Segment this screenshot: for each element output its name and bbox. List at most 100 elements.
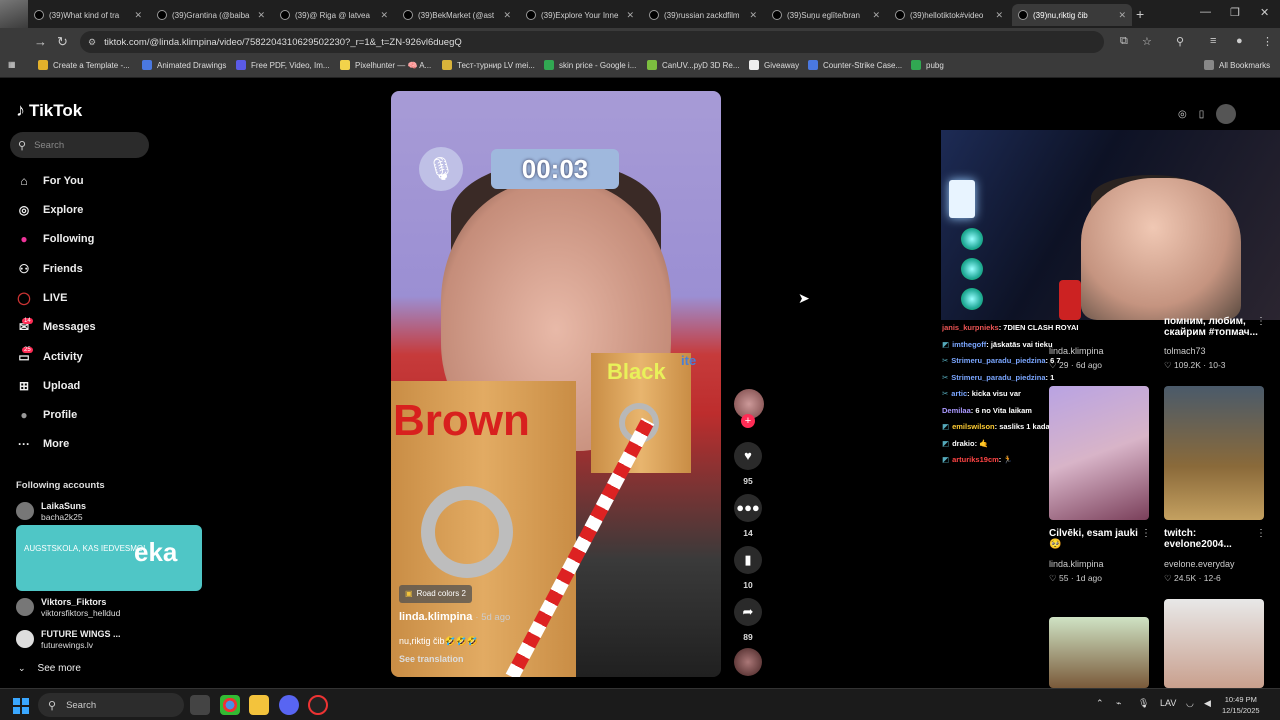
account-avatar-icon[interactable]: ● — [1236, 35, 1243, 47]
reload-button[interactable]: ↻ — [57, 34, 68, 50]
taskbar-search[interactable]: ⚲ Search — [38, 693, 184, 717]
following-account[interactable]: FUTURE WINGS ... futurewings.lv — [16, 629, 121, 650]
heart-icon[interactable]: ♥ — [734, 442, 762, 470]
see-more-button[interactable]: ⌄ See more — [18, 663, 81, 674]
coin-icon[interactable]: ◎ — [1178, 109, 1187, 120]
windows-start-icon[interactable] — [13, 698, 29, 714]
bookmark-star-icon[interactable]: ☆ — [1142, 35, 1152, 48]
bookmark-icon[interactable]: ▮ — [734, 546, 762, 574]
bookmark-item[interactable]: Create a Template -... — [38, 60, 130, 70]
chrome-icon[interactable] — [220, 695, 240, 715]
wifi-icon[interactable]: ◡ — [1186, 698, 1194, 709]
window-close-button[interactable]: ✕ — [1260, 6, 1269, 19]
save-action[interactable]: ▮ 10 — [734, 546, 762, 590]
forward-button[interactable]: → — [34, 34, 47, 49]
url-bar[interactable]: ⚙ tiktok.com/@linda.klimpina/video/75822… — [80, 31, 1104, 53]
minimize-button[interactable]: — — [1200, 6, 1211, 18]
nav-upload[interactable]: ⊞ Upload — [16, 379, 80, 393]
restore-button[interactable]: ❐ — [1230, 6, 1240, 19]
taskbar-clock[interactable]: 10:49 PM 12/15/2025 — [1222, 694, 1260, 716]
browser-tab[interactable]: (39)russian zackdfilm ✕ — [643, 4, 763, 26]
search-input[interactable]: ⚲ Search — [10, 132, 149, 158]
browser-tab-active[interactable]: (39)nu,riktig čib ✕ — [1012, 4, 1132, 26]
bookmark-item[interactable]: Counter-Strike Case... — [808, 60, 902, 70]
video-author[interactable]: linda.klimpina · 5d ago — [399, 611, 510, 623]
nav-explore[interactable]: ◎ Explore — [16, 203, 84, 217]
browser-tab[interactable]: (39)hellotiktok#video ✕ — [889, 4, 1009, 26]
share-action[interactable]: ➦ 89 — [734, 598, 762, 642]
card-title[interactable]: помним, любим, скайрим #топмач... — [1164, 316, 1264, 338]
install-app-icon[interactable]: ⧉ — [1120, 35, 1128, 48]
video-thumbnail[interactable] — [1164, 599, 1264, 688]
bookmark-item[interactable]: Animated Drawings — [142, 60, 226, 70]
video-thumbnail[interactable] — [1049, 386, 1149, 520]
browser-tab[interactable]: (39)Explore Your Inne ✕ — [520, 4, 640, 26]
following-account[interactable]: Viktors_Fiktors viktorsfiktors_helldud — [16, 597, 120, 618]
device-icon[interactable]: ▯ — [1199, 109, 1205, 120]
obs-icon[interactable] — [308, 695, 328, 715]
card-title[interactable]: Cilvēki, esam jauki 🥺 — [1049, 528, 1149, 550]
close-icon[interactable]: ✕ — [380, 10, 388, 21]
user-avatar[interactable] — [1216, 104, 1237, 124]
tiktok-logo[interactable]: ♪ TikTok — [16, 100, 82, 121]
comment-icon[interactable]: ●●● — [734, 494, 762, 522]
card-user[interactable]: evelone.everyday — [1164, 559, 1235, 569]
site-info-icon[interactable]: ⚙ — [88, 37, 96, 48]
card-user[interactable]: linda.klimpina — [1049, 559, 1104, 569]
extensions-icon[interactable]: ⚲ — [1176, 35, 1184, 48]
close-icon[interactable]: ✕ — [257, 10, 265, 21]
file-explorer-icon[interactable] — [249, 695, 269, 715]
card-title[interactable]: twitch: evelone2004... — [1164, 528, 1264, 550]
nav-live[interactable]: ◯ LIVE — [16, 291, 67, 305]
bookmark-item[interactable]: Free PDF, Video, Im... — [236, 60, 330, 70]
share-icon[interactable]: ➦ — [734, 598, 762, 626]
video-thumbnail[interactable] — [1164, 386, 1264, 520]
browser-tab[interactable]: (39)Suņu eglīte/bran ✕ — [766, 4, 886, 26]
like-action[interactable]: ♥ 95 — [734, 442, 762, 486]
browser-tab[interactable]: (39)@ Riga @ latvea ✕ — [274, 4, 394, 26]
browser-tab[interactable]: (39)What kind of tra ✕ — [28, 4, 148, 26]
ad-banner[interactable]: AUGSTSKOLA, KAS IEDVESMO! eka — [16, 525, 202, 591]
bookmark-item[interactable]: Pixelhunter — 🧠 A... — [340, 60, 431, 70]
bookmark-item[interactable]: skin price - Google i... — [544, 60, 636, 70]
new-tab-button[interactable]: + — [1136, 6, 1144, 22]
card-user[interactable]: tolmach73 — [1164, 346, 1206, 356]
all-bookmarks-button[interactable]: All Bookmarks — [1204, 60, 1270, 70]
microphone-tray-icon[interactable]: 🎙 — [1138, 698, 1149, 709]
nav-profile[interactable]: ● Profile — [16, 408, 77, 422]
network-icon[interactable]: ⌁ — [1116, 698, 1121, 709]
task-view-icon[interactable] — [190, 695, 210, 715]
tray-chevron-icon[interactable]: ⌃ — [1096, 698, 1104, 709]
kebab-menu-icon[interactable]: ⋮ — [1141, 528, 1151, 539]
discord-icon[interactable] — [279, 695, 299, 715]
nav-friends[interactable]: ⚇ Friends — [16, 262, 83, 276]
close-icon[interactable]: ✕ — [749, 10, 757, 21]
close-icon[interactable]: ✕ — [1118, 10, 1126, 21]
browser-tab[interactable]: (39)BekMarket (@ast ✕ — [397, 4, 517, 26]
video-player[interactable]: 🎙 00:03 Brown Black ite ▣ Road colors 2 l… — [391, 91, 721, 677]
kebab-menu-icon[interactable]: ⋮ — [1256, 316, 1266, 327]
card-user[interactable]: linda.klimpina — [1049, 346, 1104, 356]
following-account[interactable]: LaikaSuns bacha2k25 — [16, 501, 86, 522]
music-disc[interactable] — [734, 648, 762, 676]
media-controls-icon[interactable]: ≡ — [1210, 35, 1216, 47]
close-icon[interactable]: ✕ — [626, 10, 634, 21]
comment-action[interactable]: ●●● 14 — [734, 494, 762, 538]
follow-button[interactable]: + — [741, 414, 755, 428]
bookmark-item[interactable]: pubg — [911, 60, 944, 70]
close-icon[interactable]: ✕ — [995, 10, 1003, 21]
see-translation-link[interactable]: See translation — [399, 654, 464, 664]
close-icon[interactable]: ✕ — [503, 10, 511, 21]
nav-following[interactable]: ● Following — [16, 232, 94, 246]
bookmark-item[interactable]: CanUV...pyD 3D Re... — [647, 60, 740, 70]
video-thumbnail[interactable] — [1049, 617, 1149, 688]
language-indicator[interactable]: LAV — [1160, 698, 1176, 708]
bookmark-item[interactable]: Тест-турнир LV mei... — [442, 60, 535, 70]
close-icon[interactable]: ✕ — [872, 10, 880, 21]
apps-grid-icon[interactable]: ▦ — [8, 60, 16, 69]
volume-icon[interactable]: ◀ — [1204, 698, 1211, 709]
close-icon[interactable]: ✕ — [134, 10, 142, 21]
nav-for-you[interactable]: ⌂ For You — [16, 174, 83, 188]
menu-kebab-icon[interactable]: ⋮ — [1262, 35, 1273, 48]
bookmark-item[interactable]: Giveaway — [749, 60, 799, 70]
